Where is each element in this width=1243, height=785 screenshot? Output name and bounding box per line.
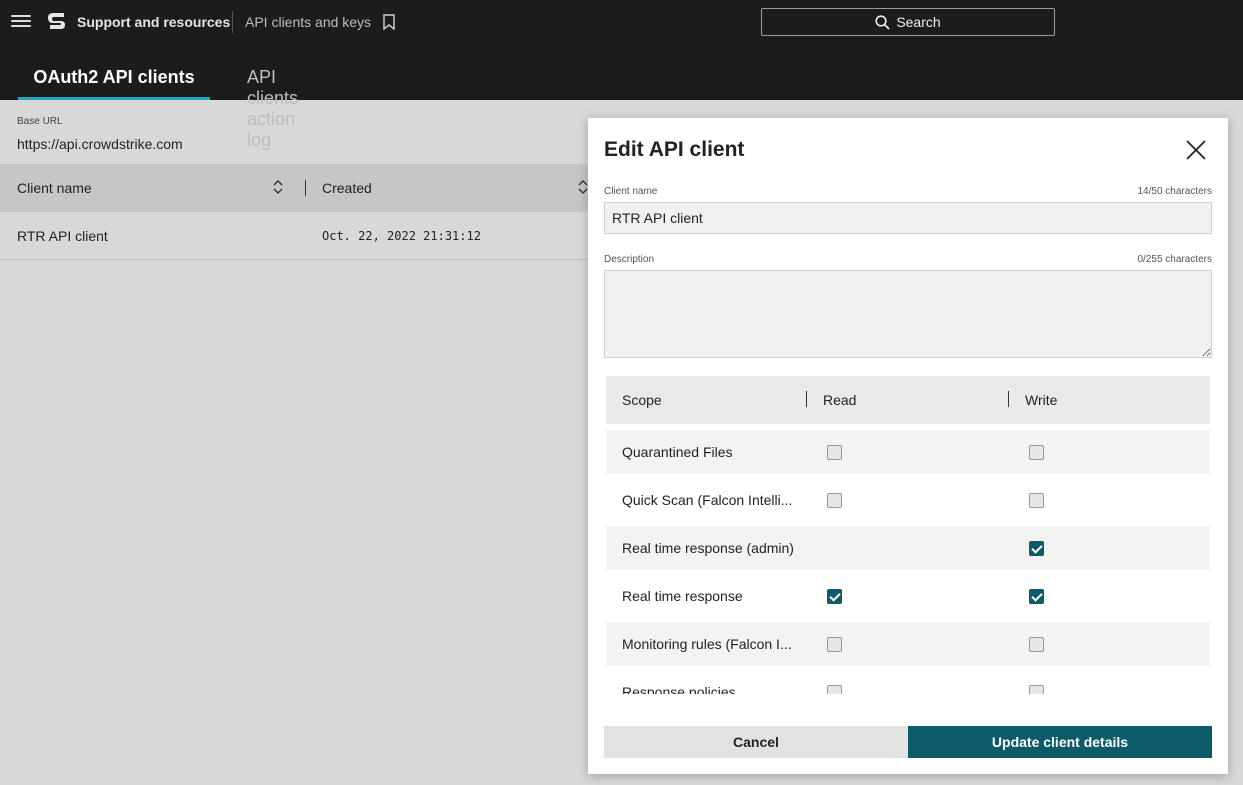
scope-name: Quarantined Files [622, 444, 733, 460]
description-label: Description [604, 254, 655, 265]
search-icon [875, 14, 890, 30]
scope-row-real-time-response: Real time response [606, 574, 1210, 618]
column-client-name[interactable]: Client name [17, 180, 92, 196]
falcon-logo-icon [48, 13, 65, 29]
close-icon[interactable] [1184, 138, 1208, 162]
client-name-char-count: 14/50 characters [1137, 186, 1213, 197]
column-divider [1008, 391, 1009, 407]
client-name-input[interactable] [604, 202, 1212, 234]
scope-row-quick-scan: Quick Scan (Falcon Intelli... [606, 478, 1210, 522]
row-client-name: RTR API client [17, 228, 108, 244]
write-checkbox[interactable] [1029, 541, 1044, 556]
scope-name: Quick Scan (Falcon Intelli... [622, 492, 793, 508]
header-divider [232, 11, 233, 33]
scope-name: Response policies [622, 684, 736, 694]
app-title[interactable]: Support and resources [77, 14, 230, 30]
scope-name: Monitoring rules (Falcon I... [622, 636, 792, 652]
top-bar: Support and resources API clients and ke… [0, 0, 1243, 150]
edit-api-client-dialog: Edit API client Client name 14/50 charac… [588, 118, 1228, 774]
tab-oauth2-api-clients[interactable]: OAuth2 API clients [18, 56, 210, 100]
client-name-label: Client name [604, 186, 658, 197]
dialog-title: Edit API client [604, 138, 745, 161]
write-checkbox[interactable] [1029, 685, 1044, 694]
scope-name: Real time response [622, 588, 743, 604]
scope-table-header: Scope Read Write [606, 376, 1210, 424]
hamburger-menu-icon[interactable] [11, 12, 31, 32]
table-row[interactable]: RTR API client Oct. 22, 2022 21:31:12 [0, 212, 600, 260]
scope-column-scope: Scope [622, 392, 662, 408]
scope-column-read: Read [823, 392, 857, 408]
read-checkbox[interactable] [827, 685, 842, 694]
breadcrumb[interactable]: API clients and keys [245, 14, 371, 30]
read-checkbox[interactable] [827, 445, 842, 460]
read-checkbox[interactable] [827, 637, 842, 652]
update-client-details-button[interactable]: Update client details [908, 726, 1212, 758]
base-url-value: https://api.crowdstrike.com [17, 136, 183, 152]
description-textarea[interactable] [604, 270, 1212, 358]
write-checkbox[interactable] [1029, 445, 1044, 460]
read-checkbox[interactable] [827, 589, 842, 604]
column-created[interactable]: Created [322, 180, 372, 196]
row-created: Oct. 22, 2022 21:31:12 [322, 229, 481, 243]
column-divider [806, 391, 807, 407]
description-char-count: 0/255 characters [1137, 254, 1213, 265]
cancel-button[interactable]: Cancel [604, 726, 908, 758]
tab-api-clients-action-log[interactable]: API clients action log [247, 56, 298, 150]
sort-icon[interactable] [578, 179, 588, 195]
write-checkbox[interactable] [1029, 637, 1044, 652]
scope-column-write: Write [1025, 392, 1058, 408]
bookmark-icon[interactable] [382, 14, 396, 30]
scope-row-monitoring-rules: Monitoring rules (Falcon I... [606, 622, 1210, 666]
base-url-label: Base URL [17, 116, 63, 127]
read-checkbox[interactable] [827, 493, 842, 508]
column-divider [305, 180, 306, 196]
write-checkbox[interactable] [1029, 493, 1044, 508]
scope-name: Real time response (admin) [622, 540, 794, 556]
search-label: Search [896, 14, 941, 30]
scope-row-quarantined-files: Quarantined Files [606, 430, 1210, 474]
write-checkbox[interactable] [1029, 589, 1044, 604]
scope-table: Scope Read Write Quarantined Files Quick… [606, 376, 1210, 694]
scope-row-real-time-response-admin: Real time response (admin) [606, 526, 1210, 570]
sort-icon[interactable] [273, 179, 283, 195]
table-header: Client name Created [0, 164, 600, 212]
scope-row-response-policies: Response policies [606, 670, 1210, 694]
search-button[interactable]: Search [761, 8, 1055, 36]
